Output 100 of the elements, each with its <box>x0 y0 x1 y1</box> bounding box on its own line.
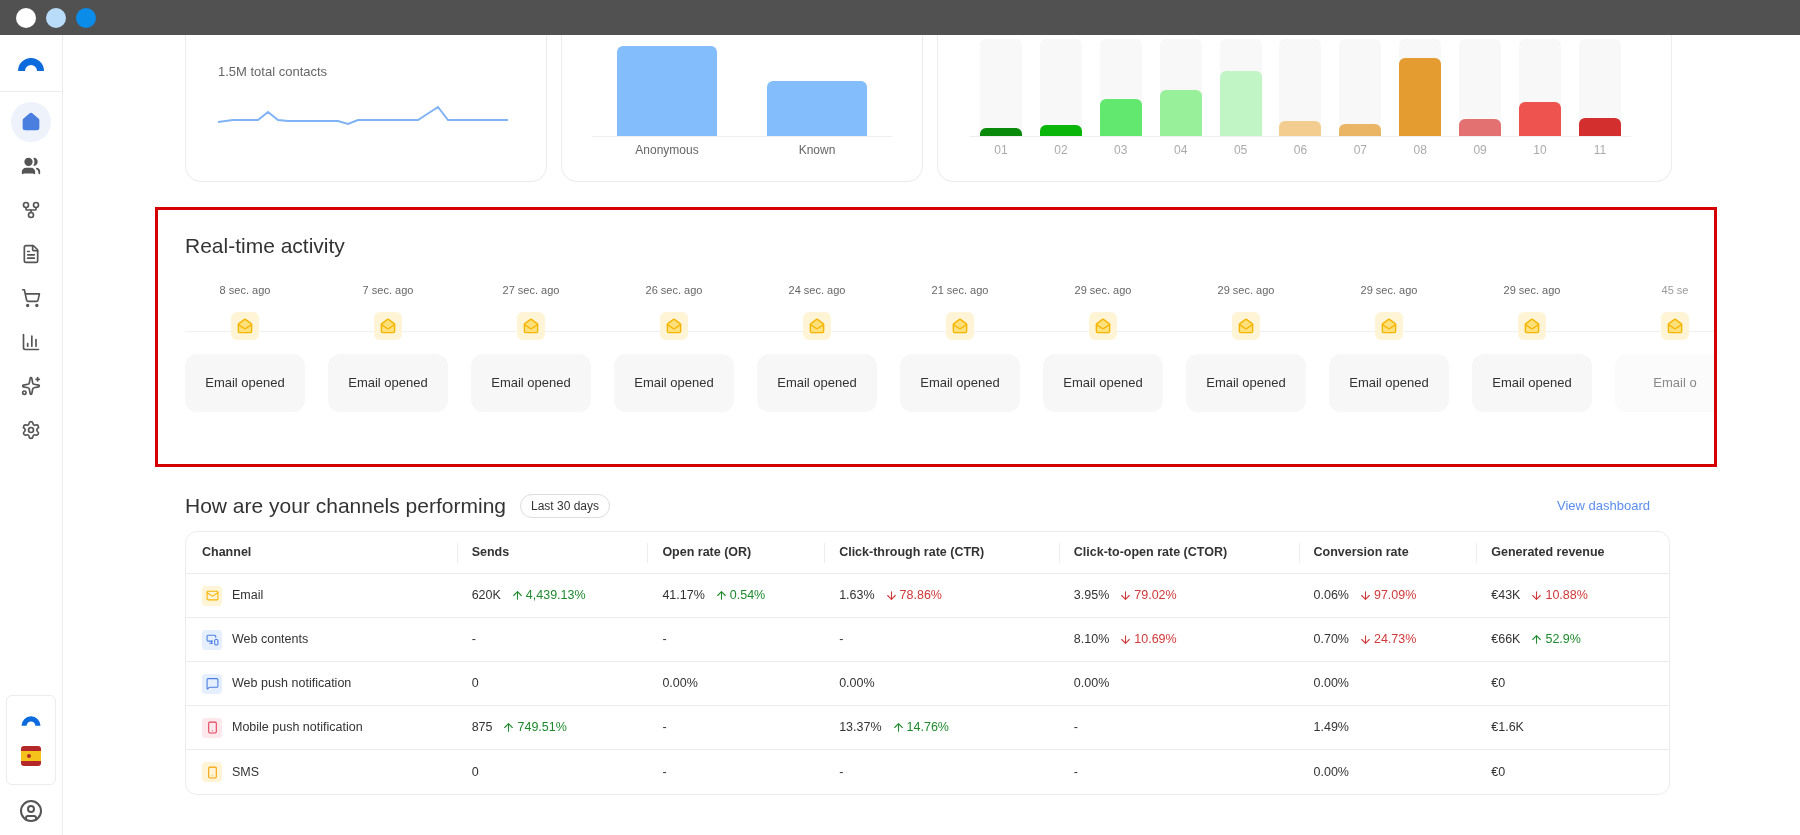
users-icon <box>21 156 41 176</box>
table-cell-text: 3.95% <box>1073 587 1110 605</box>
chart-bar <box>1459 119 1502 136</box>
mail-icon <box>202 585 222 606</box>
envelope-icon <box>380 318 396 334</box>
event-time: 8 sec. ago <box>219 282 271 298</box>
table-cell-text: 1.49% <box>1313 719 1349 737</box>
channel-name: Email <box>232 587 264 605</box>
minimize-window-icon[interactable] <box>46 7 66 28</box>
chart-bar <box>1099 99 1142 136</box>
axis-label: 07 <box>1352 142 1368 159</box>
table-cell-text: - <box>1073 763 1078 781</box>
table-cell-text: 0 <box>471 763 479 781</box>
table-cell-text: - <box>839 631 844 649</box>
table-cell-text: 0 <box>471 675 479 693</box>
logo-icon[interactable] <box>20 714 42 726</box>
event-card: Email o <box>1615 354 1714 412</box>
nav-item[interactable] <box>11 102 51 142</box>
bar-chart-icon <box>21 332 41 352</box>
phone-icon <box>202 762 222 782</box>
devices-icon <box>202 629 222 650</box>
flag-icon[interactable] <box>21 746 41 766</box>
chart-bar <box>1519 102 1561 136</box>
user-avatar-icon[interactable] <box>19 799 43 823</box>
axis-label: 05 <box>1232 142 1249 159</box>
column-header: Sends <box>471 544 510 562</box>
axis-label: 10 <box>1532 142 1548 159</box>
event-time: 7 sec. ago <box>362 282 414 298</box>
change-value: 14.76% <box>906 719 949 737</box>
event-card: Email opened <box>185 354 305 412</box>
table-cell-text: €43K <box>1491 587 1521 605</box>
column-header: Click-through rate (CTR) <box>839 544 985 562</box>
table-cell-text: €0 <box>1491 675 1506 693</box>
channel-name: Web push notification <box>232 675 352 693</box>
envelope-icon <box>809 318 825 334</box>
channel-name: Web contents <box>232 631 309 649</box>
table-cell-text: - <box>839 763 844 781</box>
chart-bar <box>980 128 1022 136</box>
card-caption: 1.5M total contacts <box>218 63 329 81</box>
table-cell-text: 0.00% <box>1073 675 1110 693</box>
change-value: 24.73% <box>1373 631 1417 649</box>
table-cell-text: 0.00% <box>1313 763 1349 781</box>
event-time: 26 sec. ago <box>645 282 703 298</box>
envelope-icon <box>523 318 539 334</box>
column-header: Open rate (OR) <box>662 544 752 562</box>
chart-bar <box>1039 125 1082 136</box>
event-card: Email opened <box>614 354 734 412</box>
table-cell-text: 620K <box>471 587 501 605</box>
envelope-icon <box>1524 318 1540 334</box>
event-card: Email opened <box>471 354 591 412</box>
axis-label: 06 <box>1292 142 1309 159</box>
home-icon <box>21 112 41 132</box>
event-time: 29 sec. ago <box>1360 282 1418 298</box>
table-cell-text: €66K <box>1491 631 1521 649</box>
event-card: Email opened <box>757 354 877 412</box>
event-card: Email opened <box>1329 354 1449 412</box>
envelope-icon <box>1381 318 1397 334</box>
logo-icon[interactable] <box>16 55 46 71</box>
table-cell-text: 13.37% <box>839 719 882 737</box>
change-value: 0.54% <box>729 587 766 605</box>
event-time: 27 sec. ago <box>502 282 560 298</box>
envelope-icon <box>1238 318 1254 334</box>
channel-name: Mobile push notification <box>232 719 363 737</box>
view-dashboard-link[interactable]: View dashboard <box>1557 496 1650 516</box>
envelope-icon <box>1095 318 1111 334</box>
chart-bar <box>1578 118 1621 136</box>
change-value: 4,439.13% <box>525 587 586 605</box>
chart-bar <box>1279 121 1322 136</box>
cart-icon <box>21 288 41 308</box>
table-cell-text: 41.17% <box>662 587 705 605</box>
table-cell-text: €0 <box>1491 763 1506 781</box>
event-card: Email opened <box>900 354 1020 412</box>
change-value: 97.09% <box>1373 587 1417 605</box>
table-cell-text: - <box>1073 719 1078 737</box>
column-header: Channel <box>202 544 252 562</box>
table-cell-text: 0.00% <box>839 675 875 693</box>
event-card: Email opened <box>1186 354 1306 412</box>
axis-label: 08 <box>1412 142 1428 159</box>
event-time: 29 sec. ago <box>1503 282 1561 298</box>
chart-bar <box>1219 71 1262 136</box>
envelope-icon <box>666 318 682 334</box>
axis-label: 01 <box>993 142 1009 159</box>
settings-icon <box>21 420 41 440</box>
table-cell-text: - <box>662 631 667 649</box>
close-window-icon[interactable] <box>16 7 36 28</box>
section-title: Real-time activity <box>185 233 346 259</box>
event-card: Email opened <box>1472 354 1592 412</box>
table-cell-text: 1.63% <box>839 587 875 605</box>
event-time: 29 sec. ago <box>1074 282 1132 298</box>
document-icon <box>21 244 41 264</box>
channel-name: SMS <box>232 763 260 781</box>
change-value: 79.02% <box>1134 587 1177 605</box>
table-cell-text: 0.70% <box>1313 631 1349 649</box>
event-time: 21 sec. ago <box>931 282 989 298</box>
envelope-icon <box>1667 318 1683 334</box>
axis-label: 02 <box>1053 142 1069 159</box>
table-cell-text: 8.10% <box>1073 631 1110 649</box>
change-value: 10.69% <box>1134 631 1177 649</box>
change-value: 52.9% <box>1545 631 1581 649</box>
event-time: 45 se <box>1661 282 1689 298</box>
